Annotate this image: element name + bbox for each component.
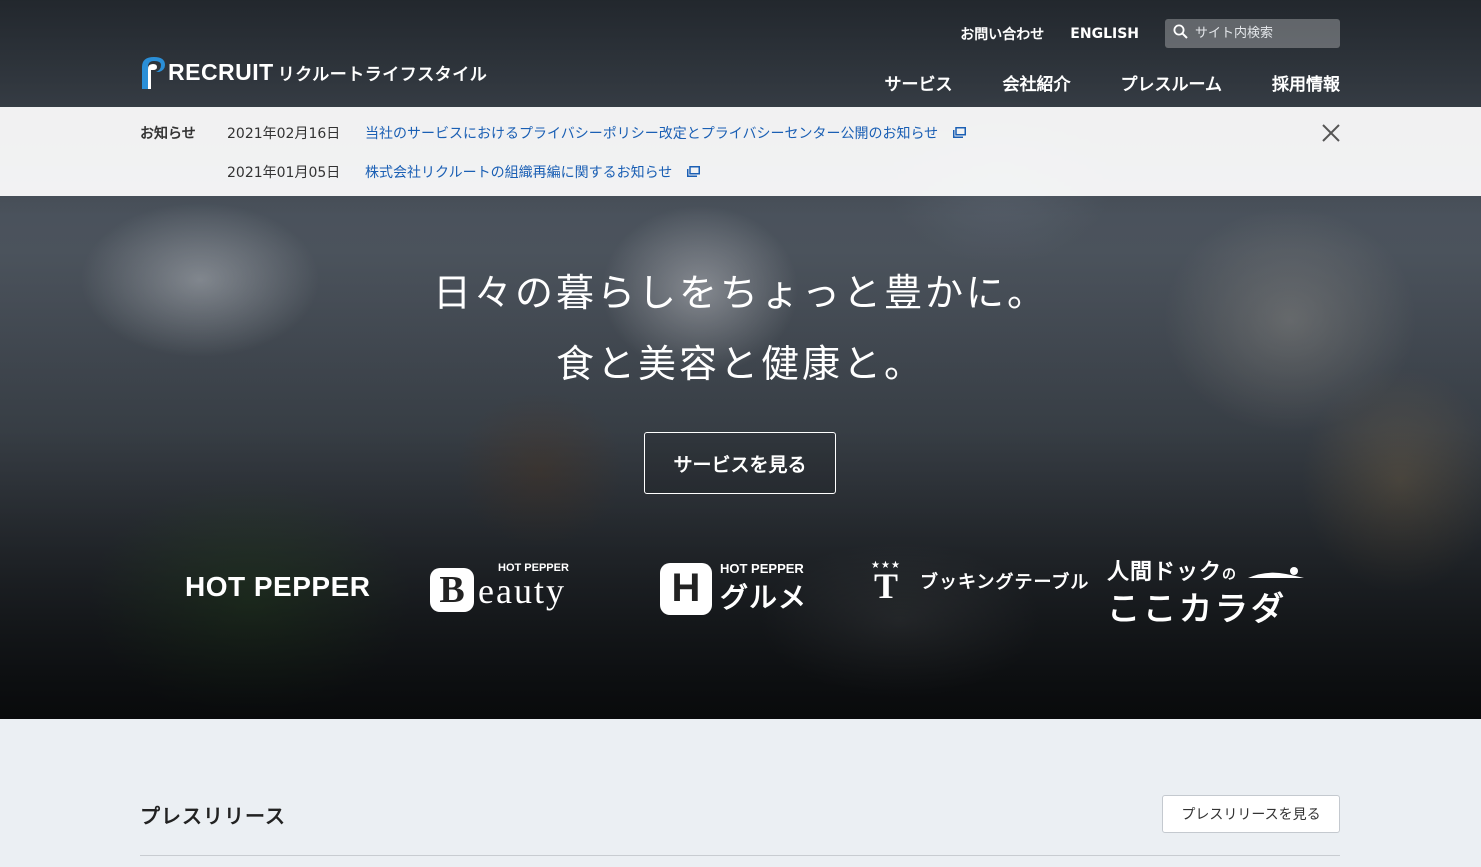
notice-item: 2021年02月16日 当社のサービスにおけるプライバシーポリシー改定とプライバ… (227, 123, 966, 143)
notice-date: 2021年01月05日 (227, 165, 341, 181)
gourmet-mark-icon: H (660, 562, 712, 615)
nav-services[interactable]: サービス (885, 70, 953, 95)
kokokarada-no: の (1222, 567, 1238, 583)
booking-name: ブッキングテーブル (920, 571, 1090, 593)
hero-copy-line2: 食と美容と健康と。 (555, 342, 925, 386)
kokokarada-bottom: ここカラダ (1107, 589, 1287, 628)
view-press-releases-button[interactable]: プレスリリースを見る (1162, 795, 1340, 833)
booking-tee: T (873, 566, 898, 606)
notice-title: お知らせ (140, 126, 196, 142)
gourmet-wordmark: HOT PEPPER グルメ (720, 561, 807, 616)
recruit-mark-icon (140, 55, 166, 89)
hero-copy-line1: 日々の暮らしをちょっと豊かに。 (432, 271, 1048, 315)
nav-pressroom[interactable]: プレスルーム (1121, 70, 1223, 95)
nav-recruit[interactable]: 採用情報 (1272, 70, 1340, 95)
global-nav: サービス 会社紹介 プレスルーム 採用情報 (835, 70, 1341, 95)
notice-date: 2021年02月16日 (227, 126, 341, 142)
site-logo[interactable]: RECRUIT リクルートライフスタイル (140, 54, 487, 90)
hotpepper-logo[interactable]: HOT PEPPER (185, 571, 370, 603)
search-box[interactable] (1165, 19, 1340, 48)
brand-logos: HOT PEPPER B HOT PEPPER eauty H HOT PEPP… (0, 550, 1481, 630)
kokokarada-logo[interactable]: 人間ドックの ここカラダ (1107, 554, 1306, 630)
gourmet-small-text: HOT PEPPER (720, 561, 804, 576)
press-release-heading: プレスリリース (140, 804, 286, 828)
search-input[interactable] (1193, 25, 1337, 42)
notice-item: 2021年01月05日 株式会社リクルートの組織再編に関するお知らせ (227, 162, 700, 182)
hotpepper-beauty-logo[interactable]: B HOT PEPPER eauty (430, 562, 569, 612)
notice-link-text: 株式会社リクルートの組織再編に関するお知らせ (365, 165, 673, 181)
beauty-mark-icon: B (430, 568, 474, 612)
utility-nav: お問い合わせ ENGLISH (960, 19, 1340, 48)
logo-text: RECRUIT (168, 58, 274, 85)
contact-link[interactable]: お問い合わせ (960, 24, 1044, 44)
english-link[interactable]: ENGLISH (1070, 26, 1139, 42)
notice-bar: お知らせ 2021年02月16日 当社のサービスにおけるプライバシーポリシー改定… (0, 107, 1481, 196)
section-divider (140, 855, 1340, 856)
beauty-big-text: eauty (478, 571, 566, 611)
gourmet-big-text: グルメ (720, 581, 808, 614)
notice-link[interactable]: 株式会社リクルートの組織再編に関するお知らせ (365, 162, 700, 182)
beauty-wordmark: HOT PEPPER eauty (478, 562, 569, 612)
site-header: RECRUIT リクルートライフスタイル お問い合わせ ENGLISH サービス… (0, 0, 1481, 107)
nav-company[interactable]: 会社紹介 (1003, 70, 1071, 95)
booking-table-logo[interactable]: ★★★ T ブッキングテーブル (864, 560, 1090, 606)
logo-kana: リクルートライフスタイル (277, 64, 488, 85)
view-services-button[interactable]: サービスを見る (644, 432, 836, 494)
reclining-figure-icon (1247, 567, 1304, 578)
close-icon (1322, 124, 1340, 142)
notice-close-button[interactable] (1320, 122, 1342, 144)
external-window-icon (952, 126, 966, 142)
booking-mark-icon: ★★★ T (864, 560, 908, 606)
notice-link[interactable]: 当社のサービスにおけるプライバシーポリシー改定とプライバシーセンター公開のお知ら… (365, 123, 966, 143)
notice-link-text: 当社のサービスにおけるプライバシーポリシー改定とプライバシーセンター公開のお知ら… (365, 126, 939, 142)
hotpepper-gourmet-logo[interactable]: H HOT PEPPER グルメ (660, 561, 807, 616)
external-window-icon (686, 165, 700, 181)
search-icon (1173, 24, 1188, 43)
